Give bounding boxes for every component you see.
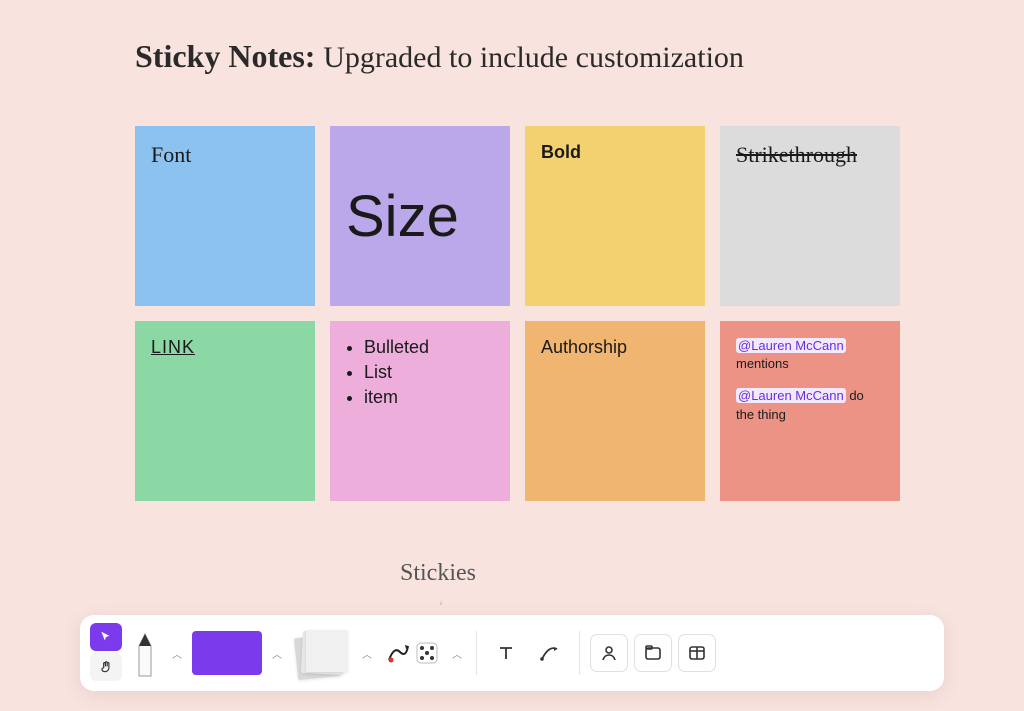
mention-user[interactable]: @Lauren McCann xyxy=(736,388,846,403)
sticky-note-bold[interactable]: Bold xyxy=(525,126,705,306)
cursor-tool-group xyxy=(90,623,122,683)
note-text: Size xyxy=(346,183,459,250)
sticky-note-strikethrough[interactable]: Strikethrough xyxy=(720,126,900,306)
arrow-down-icon xyxy=(440,592,442,614)
sticky-stack-icon xyxy=(306,630,348,672)
text-tool[interactable] xyxy=(487,634,525,672)
note-text: Strikethrough xyxy=(736,142,857,167)
toolbar-divider xyxy=(579,631,580,675)
page-title: Sticky Notes: Upgraded to include custom… xyxy=(135,38,744,75)
stamp-tool[interactable] xyxy=(382,628,442,678)
sticky-notes-grid: Font Size Bold Strikethrough LINK Bullet… xyxy=(135,126,900,501)
bullet-item: item xyxy=(364,387,494,408)
title-bold: Sticky Notes: xyxy=(135,38,315,74)
pencil-tool[interactable] xyxy=(128,628,162,678)
table-tool[interactable] xyxy=(678,634,716,672)
sticky-chevron[interactable]: ︿ xyxy=(358,623,376,683)
note-text: Authorship xyxy=(541,337,627,357)
connector-tool[interactable] xyxy=(531,634,569,672)
note-text: LINK xyxy=(151,337,195,357)
sticky-note-size[interactable]: Size xyxy=(330,126,510,306)
note-text: Font xyxy=(151,142,191,167)
connector-icon xyxy=(539,643,561,663)
select-tool[interactable] xyxy=(90,623,122,651)
squiggle-arrow-icon xyxy=(386,640,412,666)
stickies-callout-label: Stickies xyxy=(400,560,476,587)
note-bullet-list: Bulleted List item xyxy=(346,337,494,408)
pencil-icon xyxy=(134,632,156,678)
shape-rect-icon xyxy=(192,631,262,675)
person-icon xyxy=(600,644,618,662)
toolbar-divider xyxy=(476,631,477,675)
mention-block: @Lauren McCann mentions xyxy=(736,337,884,373)
section-icon xyxy=(644,644,662,662)
toolbar: ︿ ︿ ︿ ︿ xyxy=(80,615,944,691)
sticky-note-mentions[interactable]: @Lauren McCann mentions @Lauren McCann do… xyxy=(720,321,900,501)
mention-block: @Lauren McCann do the thing xyxy=(736,387,884,423)
title-rest: Upgraded to include customization xyxy=(323,41,744,74)
bullet-item: Bulleted xyxy=(364,337,494,358)
mention-text: mentions xyxy=(736,356,789,371)
cursor-icon xyxy=(99,630,113,644)
pencil-chevron[interactable]: ︿ xyxy=(168,623,186,683)
dice-icon xyxy=(416,642,438,664)
shape-tool[interactable] xyxy=(192,623,262,683)
sticky-note-font[interactable]: Font xyxy=(135,126,315,306)
sticky-note-authorship[interactable]: Authorship xyxy=(525,321,705,501)
stamp-chevron[interactable]: ︿ xyxy=(448,623,466,683)
note-text: Bold xyxy=(541,142,581,162)
table-icon xyxy=(688,644,706,662)
sticky-tool[interactable] xyxy=(292,628,352,678)
hand-icon xyxy=(99,660,113,674)
bullet-item: List xyxy=(364,362,494,383)
sticky-note-link[interactable]: LINK xyxy=(135,321,315,501)
sticky-note-bullets[interactable]: Bulleted List item xyxy=(330,321,510,501)
text-icon xyxy=(496,643,516,663)
shape-chevron[interactable]: ︿ xyxy=(268,623,286,683)
frame-tool[interactable] xyxy=(590,634,628,672)
section-tool[interactable] xyxy=(634,634,672,672)
mention-user[interactable]: @Lauren McCann xyxy=(736,338,846,353)
hand-tool[interactable] xyxy=(90,653,122,681)
